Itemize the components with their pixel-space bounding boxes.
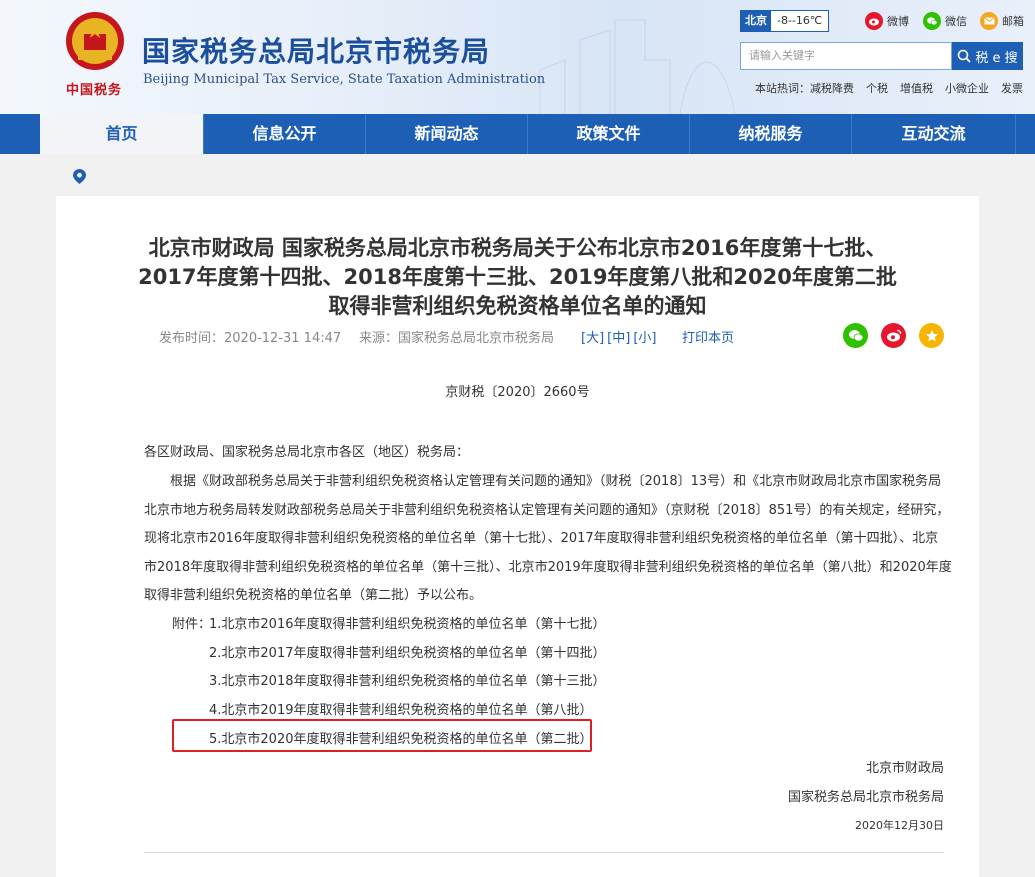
highlight-box xyxy=(172,719,592,752)
weather-city: 北京 xyxy=(741,11,771,31)
hot-words: 本站热词： 减税降费 个税 增值税 小微企业 发票 xyxy=(755,80,1023,96)
article-title-line: 取得非营利组织免税资格单位名单的通知 xyxy=(328,294,707,318)
wechat-link[interactable]: 微信 xyxy=(923,11,967,31)
attachments-label: 附件： xyxy=(172,617,212,632)
site-title[interactable]: 国家税务总局北京市税务局 xyxy=(142,30,490,70)
weibo-label: 微博 xyxy=(887,15,909,28)
article-title-line: 2017年度第十四批、2018年度第十三批、2019年度第八批和2020年度第二… xyxy=(138,265,897,289)
national-emblem-icon xyxy=(66,12,124,70)
email-link[interactable]: 邮箱 xyxy=(980,11,1024,31)
font-size-medium-button[interactable]: [中] xyxy=(607,327,630,346)
wechat-label: 微信 xyxy=(945,15,967,28)
hot-word-link[interactable]: 个税 xyxy=(866,80,888,96)
article-source: 来源：国家税务总局北京市税务局 xyxy=(359,331,555,346)
article-title: 北京市财政局 国家税务总局北京市税务局关于公布北京市2016年度第十七批、 20… xyxy=(56,234,979,321)
main-nav: 首页 信息公开 新闻动态 政策文件 纳税服务 互动交流 xyxy=(0,114,1035,154)
location-pin-icon xyxy=(73,169,86,184)
attachment-link[interactable]: 3.北京市2018年度取得非营利组织免税资格的单位名单（第十三批） xyxy=(209,670,606,689)
nav-item-news[interactable]: 新闻动态 xyxy=(366,114,528,154)
hot-word-link[interactable]: 发票 xyxy=(1001,80,1023,96)
wechat-icon xyxy=(923,12,941,30)
site-subtitle: Beijing Municipal Tax Service, State Tax… xyxy=(143,72,546,87)
nav-item-policies[interactable]: 政策文件 xyxy=(528,114,690,154)
signature-finance-bureau: 北京市财政局 xyxy=(865,761,944,776)
nav-item-tax-service[interactable]: 纳税服务 xyxy=(690,114,852,154)
share-wechat-icon[interactable] xyxy=(843,323,868,348)
hot-word-link[interactable]: 增值税 xyxy=(900,80,933,96)
print-button[interactable]: 打印本页 xyxy=(682,327,734,346)
attachment-link[interactable]: 4.北京市2019年度取得非营利组织免税资格的单位名单（第八批） xyxy=(209,699,593,718)
hot-word-link[interactable]: 减税降费 xyxy=(810,80,854,96)
brand-text: 中国税务 xyxy=(66,83,123,98)
font-size-small-button[interactable]: [小] xyxy=(633,327,656,346)
salutation: 各区财政局、国家税务总局北京市各区（地区）税务局： xyxy=(144,445,470,460)
attachment-link[interactable]: 1.北京市2016年度取得非营利组织免税资格的单位名单（第十七批） xyxy=(209,613,606,632)
body-line: 取得非营利组织免税资格的单位名单（第二批）予以公布。 xyxy=(144,588,483,603)
hot-word-link[interactable]: 小微企业 xyxy=(945,80,989,96)
weibo-link[interactable]: 微博 xyxy=(865,11,909,31)
body-line: 根据《财政部税务总局关于非营利组织免税资格认定管理有关问题的通知》（财税〔201… xyxy=(170,474,942,489)
weather-widget: 北京 -8--16℃ xyxy=(740,10,830,32)
search-icon xyxy=(958,49,971,63)
body-line: 现将北京市2016年度取得非营利组织免税资格的单位名单（第十七批）、2017年度… xyxy=(144,531,939,546)
publish-time: 发布时间：2020-12-31 14:47 xyxy=(159,331,342,346)
signature-tax-bureau: 国家税务总局北京市税务局 xyxy=(787,790,944,805)
article-title-line: 北京市财政局 国家税务总局北京市税务局关于公布北京市2016年度第十七批、 xyxy=(148,236,887,260)
search-button[interactable]: 税 e 搜 xyxy=(952,42,1023,70)
search-button-label: 税 e 搜 xyxy=(975,50,1018,66)
font-size-large-button[interactable]: [大] xyxy=(581,327,604,346)
signature-date: 2020年12月30日 xyxy=(855,819,944,832)
weather-temp: -8--16℃ xyxy=(777,14,823,27)
search-input[interactable]: 请输入关键字 xyxy=(740,42,952,70)
font-size-controls: [大] [中] [小] xyxy=(581,327,659,346)
email-icon xyxy=(980,12,998,30)
nav-item-info-disclosure[interactable]: 信息公开 xyxy=(204,114,366,154)
favorite-star-icon[interactable] xyxy=(919,323,944,348)
email-label: 邮箱 xyxy=(1002,15,1024,28)
nav-item-home[interactable]: 首页 xyxy=(40,114,204,154)
weibo-icon xyxy=(865,12,883,30)
body-line: 北京市地方税务局转发财政部税务总局关于非营利组织免税资格认定管理有关问题的通知》… xyxy=(144,503,950,518)
nav-item-interaction[interactable]: 互动交流 xyxy=(852,114,1016,154)
body-line: 市2018年度取得非营利组织免税资格的单位名单（第十三批）、北京市2019年度取… xyxy=(144,560,952,575)
divider xyxy=(144,852,944,853)
skyline-decoration xyxy=(539,19,736,114)
attachment-link[interactable]: 2.北京市2017年度取得非营利组织免税资格的单位名单（第十四批） xyxy=(209,642,606,661)
share-weibo-icon[interactable] xyxy=(881,323,906,348)
document-number: 京财税〔2020〕2660号 xyxy=(445,385,590,400)
site-header: 中国税务 国家税务总局北京市税务局 Beijing Municipal Tax … xyxy=(0,0,1035,114)
hot-words-label: 本站热词： xyxy=(755,82,810,95)
